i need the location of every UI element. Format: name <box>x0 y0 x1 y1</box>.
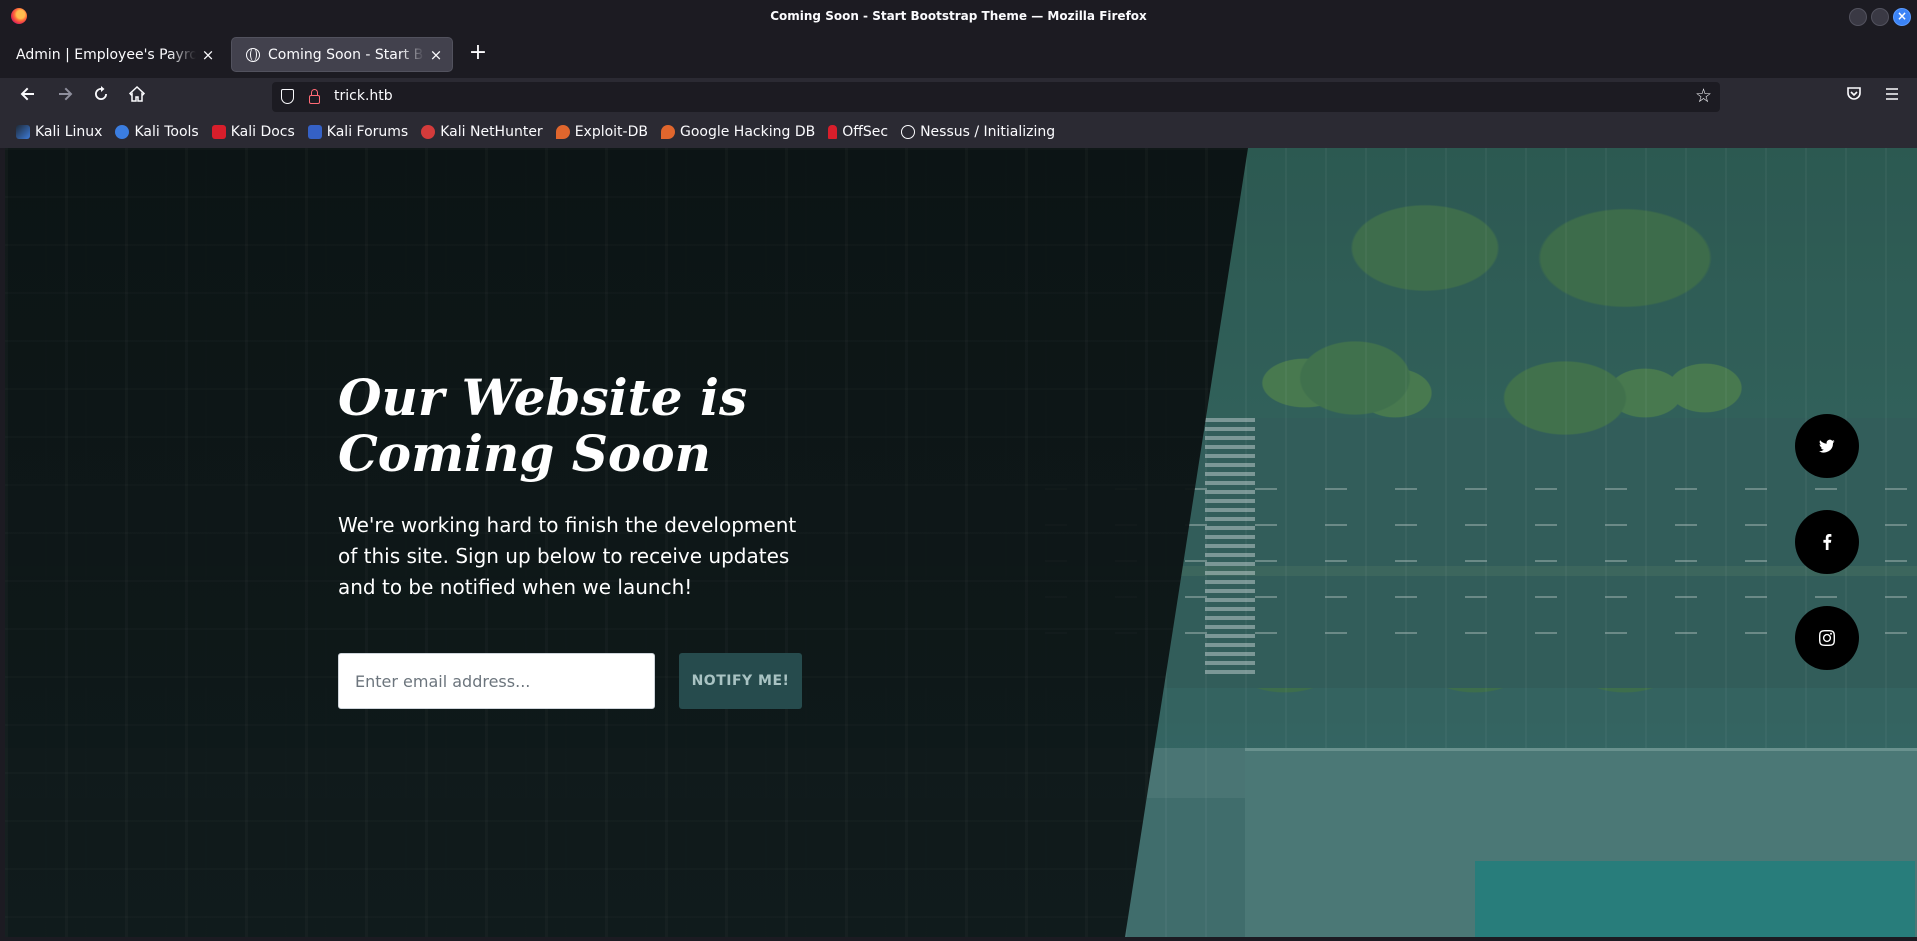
window-bottom-border <box>0 937 1917 941</box>
window-titlebar: Coming Soon - Start Bootstrap Theme — Mo… <box>0 0 1917 34</box>
page-viewport: Our Website is Coming Soon We're working… <box>5 148 1917 937</box>
bookmark-kali-linux[interactable]: Kali Linux <box>16 124 102 140</box>
bookmark-label: Kali Forums <box>326 124 409 140</box>
bookmark-label: Kali Tools <box>134 124 199 140</box>
kali-docs-icon <box>211 125 226 139</box>
tab-coming-soon[interactable]: Coming Soon - Start Bootstrap Theme × <box>232 38 452 71</box>
exploit-db-icon <box>555 125 570 139</box>
minimize-button[interactable] <box>1849 8 1867 26</box>
twitter-icon <box>1819 439 1835 453</box>
bookmark-label: Exploit-DB <box>574 124 648 140</box>
tab-strip: Admin | Employee's Payroll Management Sy… <box>0 34 1917 74</box>
reload-button[interactable] <box>90 86 112 108</box>
offsec-icon <box>828 125 838 139</box>
hamburger-menu-icon <box>1886 88 1898 100</box>
url-bar[interactable]: trick.htb ☆ <box>272 82 1720 112</box>
arrow-left-icon <box>20 87 34 101</box>
bookmark-label: Kali Docs <box>230 124 295 140</box>
globe-icon <box>246 47 260 62</box>
close-window-button[interactable]: × <box>1893 8 1911 26</box>
bookmark-label: Nessus / Initializing <box>920 124 1056 140</box>
pocket-button[interactable] <box>1843 86 1865 108</box>
reload-icon <box>95 86 107 100</box>
tab-close-icon[interactable]: × <box>200 47 216 63</box>
bookmark-google-hacking-db[interactable]: Google Hacking DB <box>660 124 816 140</box>
bookmark-label: OffSec <box>842 124 889 140</box>
maximize-button[interactable] <box>1871 8 1889 26</box>
bookmark-kali-forums[interactable]: Kali Forums <box>307 124 409 140</box>
kali-tools-icon <box>115 125 130 139</box>
instagram-icon <box>1819 630 1835 646</box>
bookmark-nessus[interactable]: Nessus / Initializing <box>901 124 1055 140</box>
bookmark-kali-docs[interactable]: Kali Docs <box>211 124 295 140</box>
page-headline: Our Website is Coming Soon <box>338 368 748 483</box>
bookmark-label: Kali Linux <box>35 124 103 140</box>
tab-label: Coming Soon - Start Bootstrap Theme <box>268 46 424 63</box>
pocket-icon <box>1847 87 1861 100</box>
nethunter-icon <box>421 125 436 139</box>
instagram-button[interactable] <box>1795 606 1859 670</box>
back-button[interactable] <box>17 86 39 108</box>
app-menu-button[interactable] <box>1881 86 1903 108</box>
window-title: Coming Soon - Start Bootstrap Theme — Mo… <box>770 9 1147 23</box>
facebook-icon <box>1823 534 1832 550</box>
email-field[interactable] <box>338 653 655 709</box>
navigation-toolbar: trick.htb ☆ <box>0 78 1917 116</box>
page-lead-text: We're working hard to finish the develop… <box>338 513 797 599</box>
bookmark-star-icon[interactable]: ☆ <box>1695 85 1712 107</box>
notify-me-button[interactable]: NOTIFY ME! <box>679 653 802 709</box>
new-tab-button[interactable]: + <box>466 42 490 66</box>
insecure-lock-icon[interactable] <box>309 89 320 104</box>
bookmarks-toolbar: Kali Linux Kali Tools Kali Docs Kali For… <box>0 116 1917 148</box>
twitter-button[interactable] <box>1795 414 1859 478</box>
tab-label: Admin | Employee's Payroll Management Sy… <box>16 46 196 63</box>
forward-button[interactable] <box>54 86 76 108</box>
tab-admin-payroll[interactable]: Admin | Employee's Payroll Management Sy… <box>2 38 224 71</box>
bookmark-kali-tools[interactable]: Kali Tools <box>115 124 199 140</box>
kali-dragon-icon <box>16 125 30 139</box>
kali-forums-icon <box>307 125 322 139</box>
bookmark-exploit-db[interactable]: Exploit-DB <box>555 124 648 140</box>
tab-close-icon[interactable]: × <box>428 47 444 63</box>
arrow-right-icon <box>59 87 73 101</box>
home-button[interactable] <box>126 85 148 108</box>
home-icon <box>128 85 146 102</box>
bookmark-kali-nethunter[interactable]: Kali NetHunter <box>421 124 543 140</box>
bookmark-offsec[interactable]: OffSec <box>828 124 888 140</box>
url-text[interactable]: trick.htb <box>334 88 393 104</box>
globe-icon <box>901 125 916 139</box>
bookmark-label: Kali NetHunter <box>440 124 543 140</box>
bookmark-label: Google Hacking DB <box>679 124 816 140</box>
facebook-button[interactable] <box>1795 510 1859 574</box>
tracking-protection-shield-icon[interactable] <box>281 89 294 104</box>
ghdb-icon <box>660 125 675 139</box>
